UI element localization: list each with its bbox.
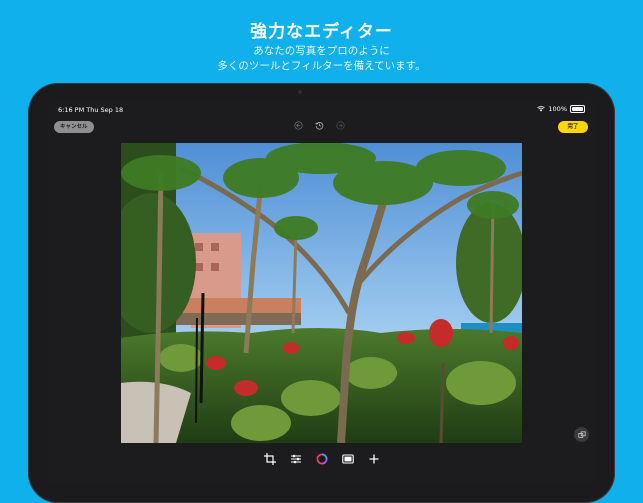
battery-icon <box>570 105 585 113</box>
redo-icon[interactable] <box>336 121 345 130</box>
promo-subtitle-line2: 多くのツールとフィルターを備えています。 <box>217 60 426 72</box>
crop-tool[interactable] <box>263 452 277 466</box>
status-indicators: 100% <box>537 105 585 113</box>
add-icon <box>369 454 378 464</box>
promo-title: 強力なエディター <box>250 22 393 42</box>
compare-button[interactable] <box>574 427 589 442</box>
adjust-tool[interactable] <box>289 452 303 466</box>
adjust-icon <box>290 454 301 464</box>
cancel-button[interactable]: キャンセル <box>54 121 94 133</box>
done-button[interactable]: 完了 <box>558 121 588 133</box>
crop-icon <box>263 453 276 465</box>
front-camera <box>298 90 302 94</box>
add-tool[interactable] <box>367 452 381 466</box>
palm-garden-photo <box>121 143 522 443</box>
status-time-date: 6:16 PM Thu Sep 18 <box>58 106 124 114</box>
battery-percent: 100% <box>548 105 567 113</box>
promo-subtitle-line1: あなたの写真をプロのように <box>253 45 390 57</box>
frame-tool[interactable] <box>341 452 355 466</box>
filter-tool[interactable] <box>315 452 329 466</box>
undo-icon[interactable] <box>294 121 303 130</box>
frame-icon <box>341 454 354 464</box>
photo-canvas[interactable] <box>121 143 522 443</box>
filter-icon <box>316 453 327 465</box>
wifi-icon <box>537 106 546 112</box>
edit-toolbar <box>48 452 595 466</box>
history-icon[interactable] <box>315 121 324 130</box>
compare-icon <box>577 430 586 438</box>
history-controls <box>294 121 345 130</box>
editor-screen: 6:16 PM Thu Sep 18 100% キャンセル 完了 <box>48 102 595 482</box>
